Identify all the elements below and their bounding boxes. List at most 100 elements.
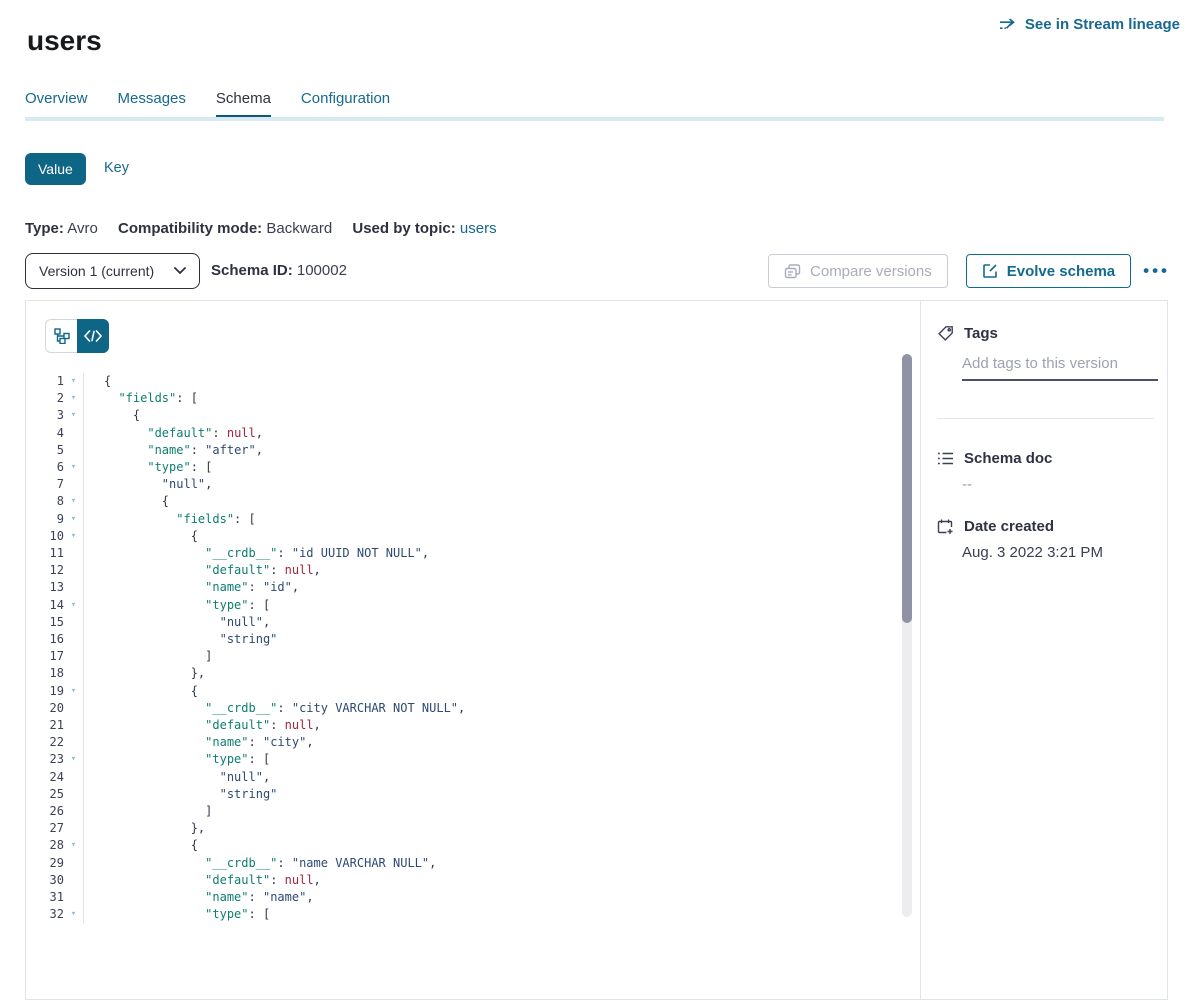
calendar-add-icon: [937, 518, 954, 535]
fold-gutter: [64, 579, 83, 596]
code-line: 30 "default": null,: [26, 872, 898, 889]
fold-gutter: [64, 820, 83, 837]
fold-triangle-icon[interactable]: ▾: [64, 390, 83, 407]
code-line: 22 "name": "city",: [26, 734, 898, 751]
line-number: 5: [26, 442, 64, 459]
code-line-content: "name": "after",: [83, 442, 898, 459]
stream-lineage-link[interactable]: See in Stream lineage: [999, 16, 1180, 33]
code-line: 31 "name": "name",: [26, 889, 898, 906]
code-editor[interactable]: 1▾{2▾ "fields": [3▾ {4 "default": null,5…: [26, 373, 898, 924]
fold-triangle-icon[interactable]: ▾: [64, 407, 83, 424]
fold-gutter: [64, 717, 83, 734]
code-line-content: "null",: [83, 614, 898, 631]
code-line-content: "name": "id",: [83, 579, 898, 596]
tab-overview[interactable]: Overview: [25, 90, 88, 115]
code-line: 16 "string": [26, 631, 898, 648]
version-select[interactable]: Version 1 (current): [25, 253, 200, 289]
add-tags-input[interactable]: [962, 355, 1158, 381]
code-view-icon: [84, 330, 102, 342]
editor-scrollbar[interactable]: [902, 354, 912, 917]
schema-id-value: 100002: [297, 262, 347, 279]
fold-triangle-icon[interactable]: ▾: [64, 493, 83, 510]
fold-gutter: [64, 614, 83, 631]
code-line-content: {: [83, 528, 898, 545]
code-view-button[interactable]: [77, 319, 109, 353]
line-number: 19: [26, 683, 64, 700]
line-number: 9: [26, 511, 64, 528]
tab-underline-track: [25, 117, 1164, 121]
evolve-schema-button[interactable]: Evolve schema: [966, 254, 1131, 288]
code-line-content: "name": "city",: [83, 734, 898, 751]
tab-messages[interactable]: Messages: [118, 90, 186, 115]
value-toggle-button[interactable]: Value: [25, 153, 86, 185]
line-number: 22: [26, 734, 64, 751]
type-label: Type:: [25, 220, 64, 237]
schema-id: Schema ID: 100002: [211, 262, 347, 279]
code-line-content: "type": [: [83, 597, 898, 614]
compatibility-value: Backward: [266, 220, 332, 237]
fold-gutter: [64, 734, 83, 751]
tab-configuration[interactable]: Configuration: [301, 90, 390, 115]
line-number: 24: [26, 769, 64, 786]
code-line: 13 "name": "id",: [26, 579, 898, 596]
schema-meta-row: Type: Avro Compatibility mode: Backward …: [25, 220, 513, 237]
editor-scrollbar-thumb[interactable]: [902, 354, 912, 623]
list-icon: [937, 451, 954, 466]
schema-doc-value: --: [962, 476, 972, 493]
code-line: 12 "default": null,: [26, 562, 898, 579]
fold-triangle-icon[interactable]: ▾: [64, 906, 83, 923]
line-number: 16: [26, 631, 64, 648]
fold-triangle-icon[interactable]: ▾: [64, 528, 83, 545]
view-mode-toggle: [45, 319, 109, 353]
code-line-content: "__crdb__": "city VARCHAR NOT NULL",: [83, 700, 898, 717]
compare-versions-button[interactable]: Compare versions: [768, 254, 948, 288]
code-line-content: {: [83, 493, 898, 510]
fold-triangle-icon[interactable]: ▾: [64, 751, 83, 768]
line-number: 31: [26, 889, 64, 906]
code-line: 14▾ "type": [: [26, 597, 898, 614]
tags-title: Tags: [964, 325, 998, 342]
fold-gutter: [64, 889, 83, 906]
code-line: 29 "__crdb__": "name VARCHAR NULL",: [26, 855, 898, 872]
code-line: 26 ]: [26, 803, 898, 820]
fold-triangle-icon[interactable]: ▾: [64, 597, 83, 614]
line-number: 32: [26, 906, 64, 923]
code-line: 23▾ "type": [: [26, 751, 898, 768]
code-line: 28▾ {: [26, 837, 898, 854]
fold-gutter: [64, 769, 83, 786]
fold-gutter: [64, 545, 83, 562]
fold-gutter: [64, 476, 83, 493]
topic-link[interactable]: users: [460, 220, 497, 237]
line-number: 13: [26, 579, 64, 596]
key-toggle-button[interactable]: Key: [104, 160, 129, 176]
stream-lineage-label: See in Stream lineage: [1025, 16, 1180, 33]
code-line: 18 },: [26, 665, 898, 682]
copy-versions-icon: [784, 264, 801, 279]
schema-doc-title: Schema doc: [964, 450, 1052, 467]
code-line-content: "default": null,: [83, 717, 898, 734]
code-line: 11 "__crdb__": "id UUID NOT NULL",: [26, 545, 898, 562]
fold-triangle-icon[interactable]: ▾: [64, 511, 83, 528]
line-number: 18: [26, 665, 64, 682]
fold-triangle-icon[interactable]: ▾: [64, 373, 83, 390]
line-number: 10: [26, 528, 64, 545]
fold-triangle-icon[interactable]: ▾: [64, 683, 83, 700]
fold-gutter: [64, 700, 83, 717]
tree-view-button[interactable]: [45, 319, 77, 353]
code-line: 25 "string": [26, 786, 898, 803]
line-number: 6: [26, 459, 64, 476]
date-created-section-header: Date created: [937, 518, 1054, 535]
code-line-content: {: [83, 373, 898, 390]
code-line: 9▾ "fields": [: [26, 511, 898, 528]
code-line-content: "fields": [: [83, 390, 898, 407]
fold-triangle-icon[interactable]: ▾: [64, 459, 83, 476]
fold-gutter: [64, 803, 83, 820]
code-line: 17 ]: [26, 648, 898, 665]
more-options-button[interactable]: •••: [1143, 261, 1170, 281]
code-line-content: {: [83, 407, 898, 424]
tab-schema[interactable]: Schema: [216, 90, 271, 115]
line-number: 21: [26, 717, 64, 734]
fold-gutter: [64, 562, 83, 579]
tag-icon: [937, 325, 954, 342]
fold-triangle-icon[interactable]: ▾: [64, 837, 83, 854]
